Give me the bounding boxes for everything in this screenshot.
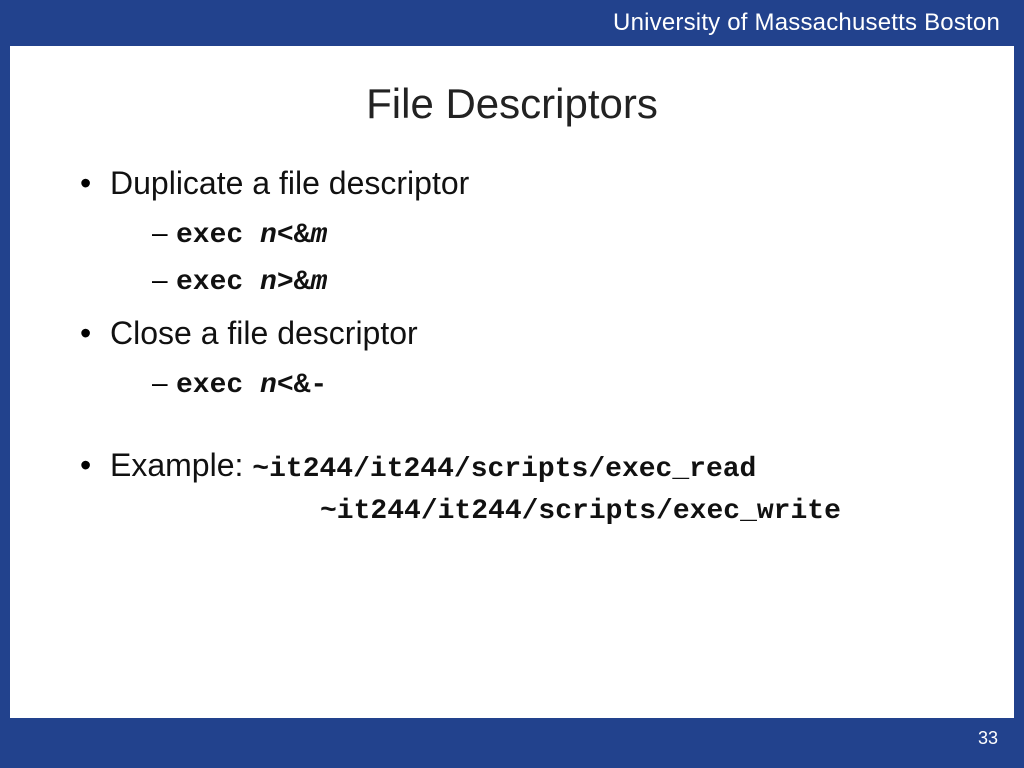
sub-list: exec n<&m exec n>&m <box>110 211 974 304</box>
sub-item: exec n<&m <box>152 211 974 257</box>
code-line: exec n<&m <box>176 217 327 248</box>
code-cmd: exec <box>176 370 260 401</box>
code-op: <& <box>277 220 311 251</box>
sub-item: exec n>&m <box>152 258 974 304</box>
code-cmd: exec <box>176 220 260 251</box>
example-path: ~it244/it244/scripts/exec_read <box>252 454 756 485</box>
example-label: Example: <box>110 447 252 483</box>
slide-title: File Descriptors <box>10 80 1014 128</box>
bullet-text: Duplicate a file descriptor <box>110 165 469 201</box>
example-path-2: ~it244/it244/scripts/exec_write <box>50 496 974 527</box>
bullet-duplicate: Duplicate a file descriptor exec n<&m ex… <box>80 162 974 304</box>
top-bar: University of Massachusetts Boston <box>10 0 1014 46</box>
code-op: <&- <box>277 370 327 401</box>
code-var: m <box>310 220 327 251</box>
org-name: University of Massachusetts Boston <box>613 9 1000 37</box>
code-line: exec n<&- <box>176 367 327 398</box>
code-var: n <box>260 370 277 401</box>
code-cmd: exec <box>176 267 260 298</box>
code-var: n <box>260 220 277 251</box>
slide-content: Duplicate a file descriptor exec n<&m ex… <box>10 162 1014 527</box>
code-line: exec n>&m <box>176 264 327 295</box>
slide: University of Massachusetts Boston File … <box>0 0 1024 768</box>
page-number: 33 <box>978 728 998 749</box>
sub-item: exec n<&- <box>152 361 974 407</box>
spacer <box>110 408 974 436</box>
bullet-close: Close a file descriptor exec n<&- <box>80 312 974 436</box>
bullet-list: Duplicate a file descriptor exec n<&m ex… <box>50 162 974 488</box>
sub-list: exec n<&- <box>110 361 974 407</box>
code-op: >& <box>277 267 311 298</box>
bullet-example: Example: ~it244/it244/scripts/exec_read <box>80 444 974 489</box>
code-var: m <box>310 267 327 298</box>
bottom-bar: 33 <box>10 718 1014 758</box>
code-var: n <box>260 267 277 298</box>
bullet-text: Close a file descriptor <box>110 315 418 351</box>
example-line: Example: ~it244/it244/scripts/exec_read <box>110 447 756 483</box>
